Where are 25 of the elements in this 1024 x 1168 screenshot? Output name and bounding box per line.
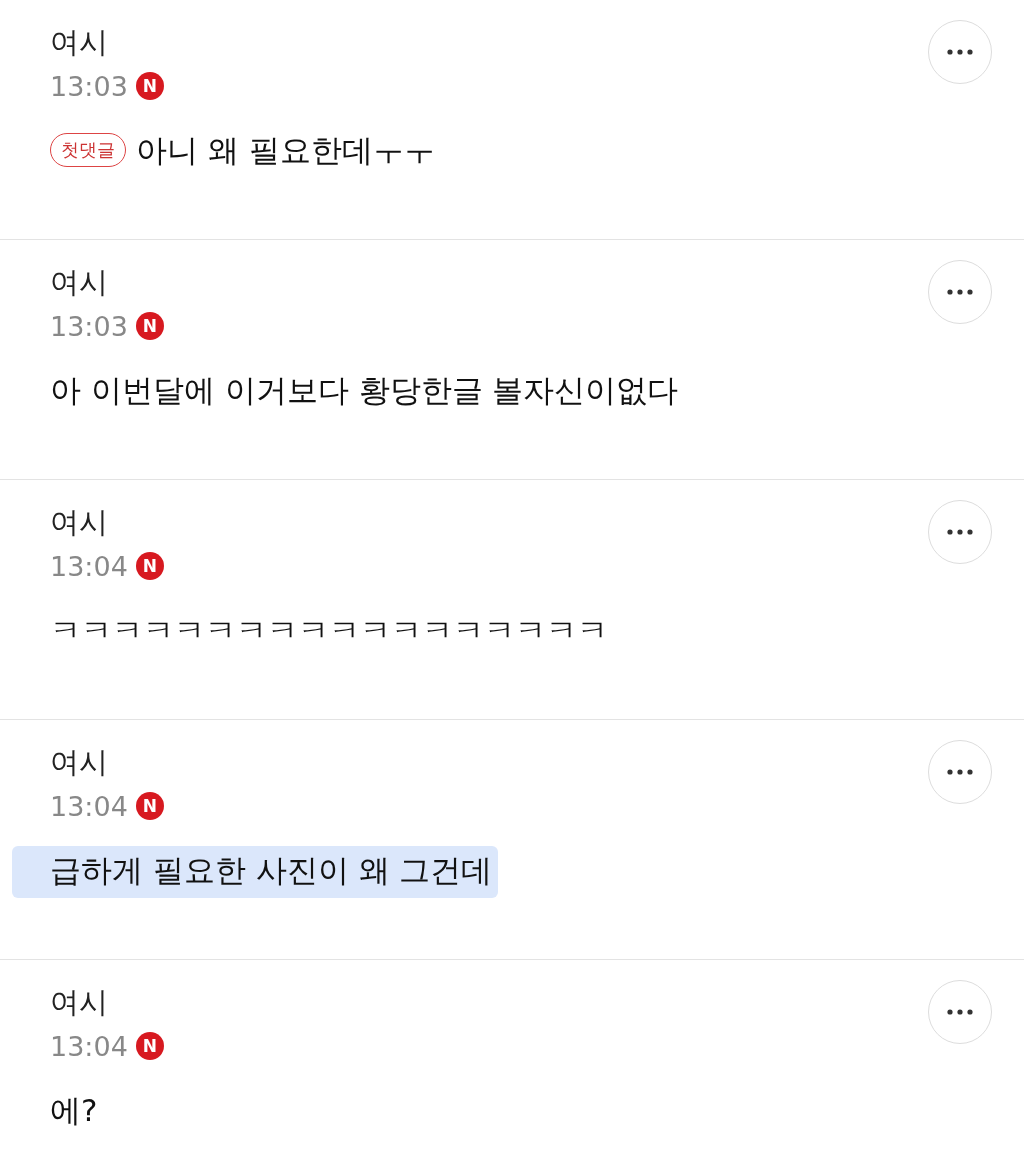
- author-name: 여시: [50, 984, 109, 1021]
- new-badge: N: [135, 72, 164, 100]
- comment-text: 아 이번달에 이거보다 황당한글 볼자신이없다: [50, 372, 679, 408]
- comment-time: 13:04: [50, 790, 128, 822]
- comment-text: 아니 왜 필요한데ㅜㅜ: [136, 132, 435, 168]
- more-icon: [947, 49, 973, 55]
- comment-text: 에?: [50, 1092, 98, 1128]
- comment-time: 13:03: [50, 310, 128, 342]
- comment-time: 13:03: [50, 70, 128, 102]
- more-icon: [947, 769, 973, 775]
- more-icon: [947, 1009, 973, 1015]
- comment-time: 13:04: [50, 550, 128, 582]
- more-icon: [947, 289, 973, 295]
- new-badge: N: [135, 552, 164, 580]
- more-icon: [947, 529, 973, 535]
- new-badge: N: [135, 792, 164, 820]
- comment-text: ㅋㅋㅋㅋㅋㅋㅋㅋㅋㅋㅋㅋㅋㅋㅋㅋㅋㅋ: [50, 612, 608, 648]
- author-name: 여시: [50, 24, 109, 61]
- author-name: 여시: [50, 504, 109, 541]
- author-name: 여시: [50, 264, 109, 301]
- author-name: 여시: [50, 744, 109, 781]
- new-badge: N: [135, 312, 164, 340]
- comment-text: 급하게 필요한 사진이 왜 그건데: [12, 846, 499, 898]
- comment-time: 13:04: [50, 1030, 128, 1062]
- new-badge: N: [135, 1032, 164, 1060]
